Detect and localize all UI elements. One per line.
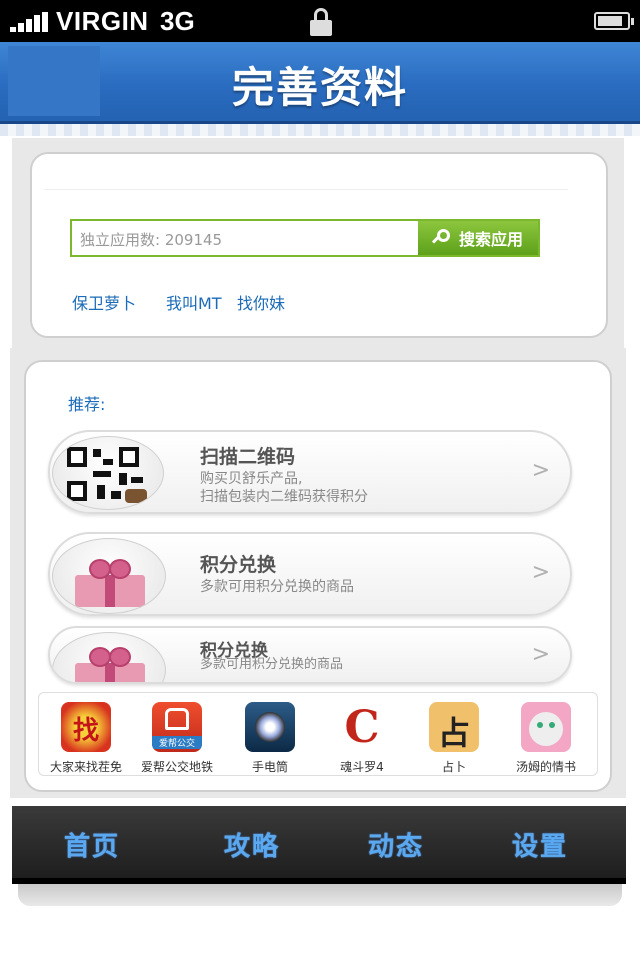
hot-keyword-link[interactable]: 保卫萝卜 [72, 290, 136, 314]
app-name: 占卜 [441, 760, 466, 774]
chevron-right-icon: > [531, 560, 550, 585]
hot-keyword-link[interactable]: 我叫MT [166, 290, 222, 314]
talking-cat-app-icon [521, 702, 571, 752]
app-name: 魂斗罗4 [340, 760, 384, 774]
bottom-shadow [18, 884, 622, 906]
app-item[interactable]: 占 占卜 [409, 702, 499, 775]
divination-app-icon: 占 [429, 702, 479, 752]
item-title: 扫描二维码 [200, 446, 296, 468]
network-type: 3G [160, 6, 195, 36]
item-title: 积分兑换 [200, 554, 277, 576]
signal-strength-icon [10, 12, 50, 32]
app-item[interactable]: 手电筒 [225, 702, 315, 775]
battery-icon [594, 12, 634, 30]
points-exchange-item[interactable]: 积分兑换 多款可用积分兑换的商品 > [48, 626, 572, 684]
item-desc: 扫描包装内二维码获得积分 [200, 489, 368, 505]
app-item[interactable]: C 魂斗罗4 [317, 702, 407, 775]
recommend-label: 推荐: [68, 395, 106, 414]
app-item[interactable]: 爱帮公交 爱帮公交地铁 [132, 702, 222, 775]
scan-qr-item[interactable]: 扫描二维码 购买贝舒乐产品, 扫描包装内二维码获得积分 > [48, 430, 572, 514]
search-card-header [44, 162, 568, 190]
search-button-label: 搜索应用 [458, 230, 523, 249]
app-name: 手电筒 [251, 760, 288, 774]
page-title: 完善资料 [231, 63, 408, 112]
search-placeholder: 独立应用数: 209145 [80, 231, 223, 249]
header-bar: 完善资料 [0, 42, 640, 124]
bus-app-icon: 爱帮公交 [152, 702, 202, 752]
app-item[interactable]: 汤姆的情书 [501, 702, 591, 775]
tab-home[interactable]: 首页 [64, 826, 120, 863]
hot-keyword-link[interactable]: 找你妹 [237, 290, 285, 314]
gift-icon [52, 632, 166, 682]
lock-icon [310, 8, 332, 36]
item-desc: 多款可用积分兑换的商品 [200, 657, 344, 672]
search-icon [431, 229, 451, 247]
tab-updates[interactable]: 动态 [368, 826, 424, 863]
contra-app-icon: C [337, 702, 387, 752]
item-desc: 多款可用积分兑换的商品 [200, 579, 354, 595]
app-name: 大家来找茬免 [49, 760, 122, 774]
app-name: 爱帮公交地铁 [140, 760, 213, 774]
chevron-right-icon: > [531, 458, 550, 483]
qr-code-icon [52, 436, 164, 510]
app-name: 汤姆的情书 [515, 760, 576, 774]
app-item[interactable]: 找 大家来找茬免 [41, 702, 131, 775]
search-button[interactable]: 搜索应用 [418, 221, 538, 255]
tab-settings[interactable]: 设置 [512, 826, 568, 863]
flashlight-app-icon [245, 702, 295, 752]
points-exchange-item[interactable]: 积分兑换 多款可用积分兑换的商品 > [48, 532, 572, 616]
find-difference-app-icon: 找 [61, 702, 111, 752]
item-desc: 购买贝舒乐产品, [200, 471, 303, 487]
tab-guides[interactable]: 攻略 [224, 826, 280, 863]
gift-icon [52, 538, 166, 614]
header-divider [0, 124, 640, 136]
carrier-name: VIRGIN [56, 6, 149, 36]
chevron-right-icon: > [531, 642, 550, 667]
status-bar: VIRGIN 3G [0, 0, 640, 42]
